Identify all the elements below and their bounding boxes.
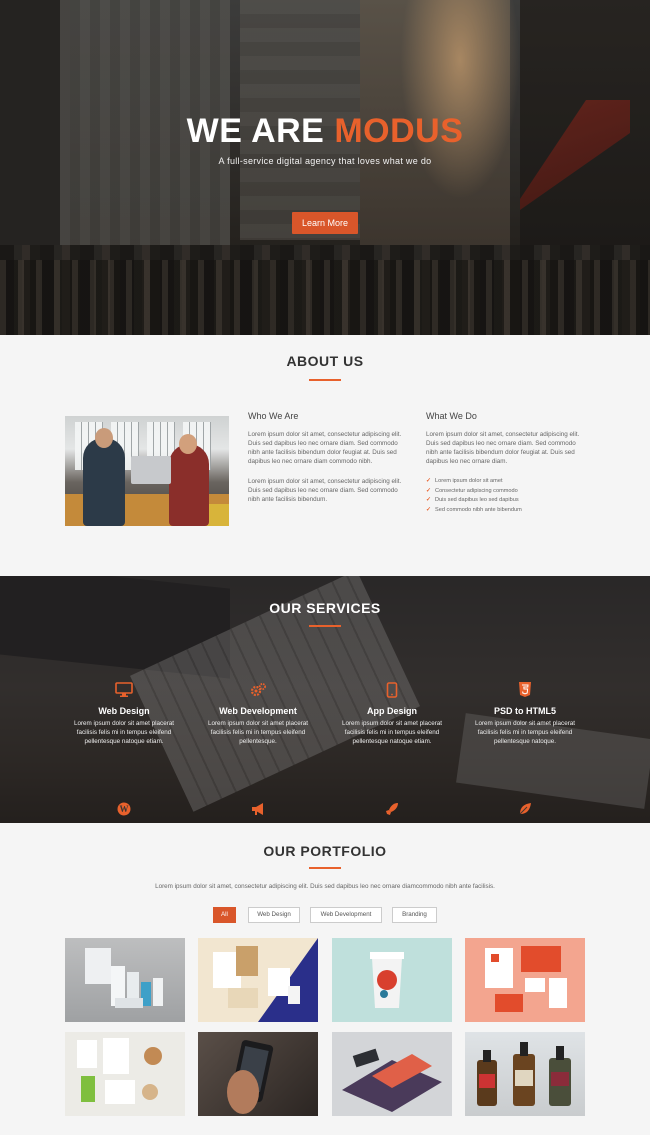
portfolio-item[interactable]	[198, 1032, 318, 1116]
portfolio-thumbnail	[477, 1042, 571, 1106]
learn-more-button[interactable]: Learn More	[292, 212, 358, 234]
portfolio-section: OUR PORTFOLIO Lorem ipsum dolor sit amet…	[0, 823, 650, 1135]
title-underline	[309, 379, 341, 381]
column-heading: What We Do	[426, 411, 477, 421]
html5-icon	[519, 682, 531, 697]
filter-web-development-button[interactable]: Web Development	[310, 907, 382, 923]
list-item: ✓ Sed commodo nibh ante bibendum	[426, 506, 522, 513]
filter-branding-button[interactable]: Branding	[392, 907, 437, 923]
portfolio-item[interactable]	[465, 1032, 585, 1116]
column-heading: Who We Are	[248, 411, 299, 421]
column-paragraph: Lorem ipsum dolor sit amet, consectetur …	[248, 431, 402, 465]
list-item: ✓ Duis sed dapibus leo sed dapibus	[426, 497, 519, 504]
portfolio-item[interactable]	[332, 938, 452, 1022]
service-title: PSD to HTML5	[494, 706, 556, 716]
team-photo	[65, 416, 229, 526]
photo-person	[169, 444, 209, 526]
service-text: Lorem ipsum dolor sit amet placerat faci…	[474, 720, 576, 745]
photo-person	[83, 438, 125, 526]
gears-icon	[250, 683, 266, 697]
service-text: Lorem ipsum dolor sit amet placerat faci…	[207, 720, 309, 745]
filter-web-design-button[interactable]: Web Design	[248, 907, 300, 923]
portfolio-intro: Lorem ipsum dolor sit amet, consectetur …	[155, 883, 495, 890]
service-title: Web Design	[98, 706, 150, 716]
check-icon: ✓	[426, 478, 432, 484]
title-underline	[309, 625, 341, 627]
list-item: ✓ Lorem ipsum dolor sit amet	[426, 478, 503, 484]
hero-overlay	[0, 0, 650, 335]
photo-laptop	[131, 456, 171, 484]
service-text: Lorem ipsum dolor sit amet placerat faci…	[73, 720, 175, 745]
portfolio-item[interactable]	[65, 938, 185, 1022]
hero-title-main: WE ARE	[186, 112, 325, 150]
tablet-icon	[386, 682, 398, 698]
section-title: OUR SERVICES	[269, 600, 381, 616]
photo-person-head	[179, 434, 197, 454]
portfolio-thumbnail	[77, 1038, 162, 1104]
portfolio-filters: All Web Design Web Development Branding	[0, 907, 650, 923]
svg-text:W: W	[120, 804, 129, 814]
portfolio-thumbnail	[485, 946, 567, 1012]
column-paragraph: Lorem ipsum dolor sit amet, consectetur …	[426, 431, 580, 465]
what-we-do-column: What We Do Lorem ipsum dolor sit amet, c…	[426, 411, 588, 515]
section-title: ABOUT US	[286, 353, 364, 369]
wordpress-icon: W	[117, 802, 131, 816]
leaf-icon	[519, 803, 531, 815]
portfolio-thumbnail	[227, 1040, 274, 1114]
service-item: Web Design Lorem ipsum dolor sit amet pl…	[66, 682, 182, 746]
about-section: ABOUT US Who We Are Lorem ipsum dolor si…	[0, 335, 650, 576]
hero-section: WE ARE MODUS A full-service digital agen…	[0, 0, 650, 335]
monitor-icon	[115, 682, 133, 697]
portfolio-thumbnail	[213, 938, 318, 1022]
services-section: OUR SERVICES Web Design Lorem ipsum dolo…	[0, 576, 650, 823]
check-icon: ✓	[426, 506, 432, 513]
check-icon: ✓	[426, 497, 432, 504]
column-paragraph: Lorem ipsum dolor sit amet, consectetur …	[248, 478, 402, 503]
service-text: Lorem ipsum dolor sit amet placerat faci…	[341, 720, 443, 745]
feature-list: ✓ Lorem ipsum dolor sit amet ✓ Consectetur…	[426, 477, 588, 515]
section-title: OUR PORTFOLIO	[263, 843, 387, 859]
portfolio-thumbnail	[85, 948, 163, 1008]
photo-person-head	[95, 428, 113, 448]
who-we-are-column: Who We Are Lorem ipsum dolor sit amet, c…	[248, 411, 410, 504]
megaphone-icon	[252, 803, 263, 815]
rocket-icon	[386, 803, 398, 815]
portfolio-item[interactable]	[198, 938, 318, 1022]
portfolio-thumbnail	[370, 952, 404, 1008]
hero-title-accent: MODUS	[334, 112, 464, 150]
title-underline	[309, 867, 341, 869]
hero-title: WE ARE MODUS	[0, 112, 650, 151]
service-title: App Design	[366, 706, 417, 716]
list-item: ✓ Consectetur adipiscing commodo	[426, 487, 518, 494]
service-item: PSD to HTML5 Lorem ipsum dolor sit amet …	[467, 682, 583, 746]
hero-subtitle: A full-service digital agency that loves…	[218, 156, 432, 166]
portfolio-item[interactable]	[65, 1032, 185, 1116]
service-title: Web Development	[219, 706, 297, 716]
service-item: Web Development Lorem ipsum dolor sit am…	[200, 682, 316, 746]
check-icon: ✓	[426, 487, 432, 494]
portfolio-item[interactable]	[332, 1032, 452, 1116]
portfolio-thumbnail	[342, 1048, 442, 1112]
portfolio-item[interactable]	[465, 938, 585, 1022]
filter-all-button[interactable]: All	[213, 907, 236, 923]
service-item: App Design Lorem ipsum dolor sit amet pl…	[334, 682, 450, 746]
